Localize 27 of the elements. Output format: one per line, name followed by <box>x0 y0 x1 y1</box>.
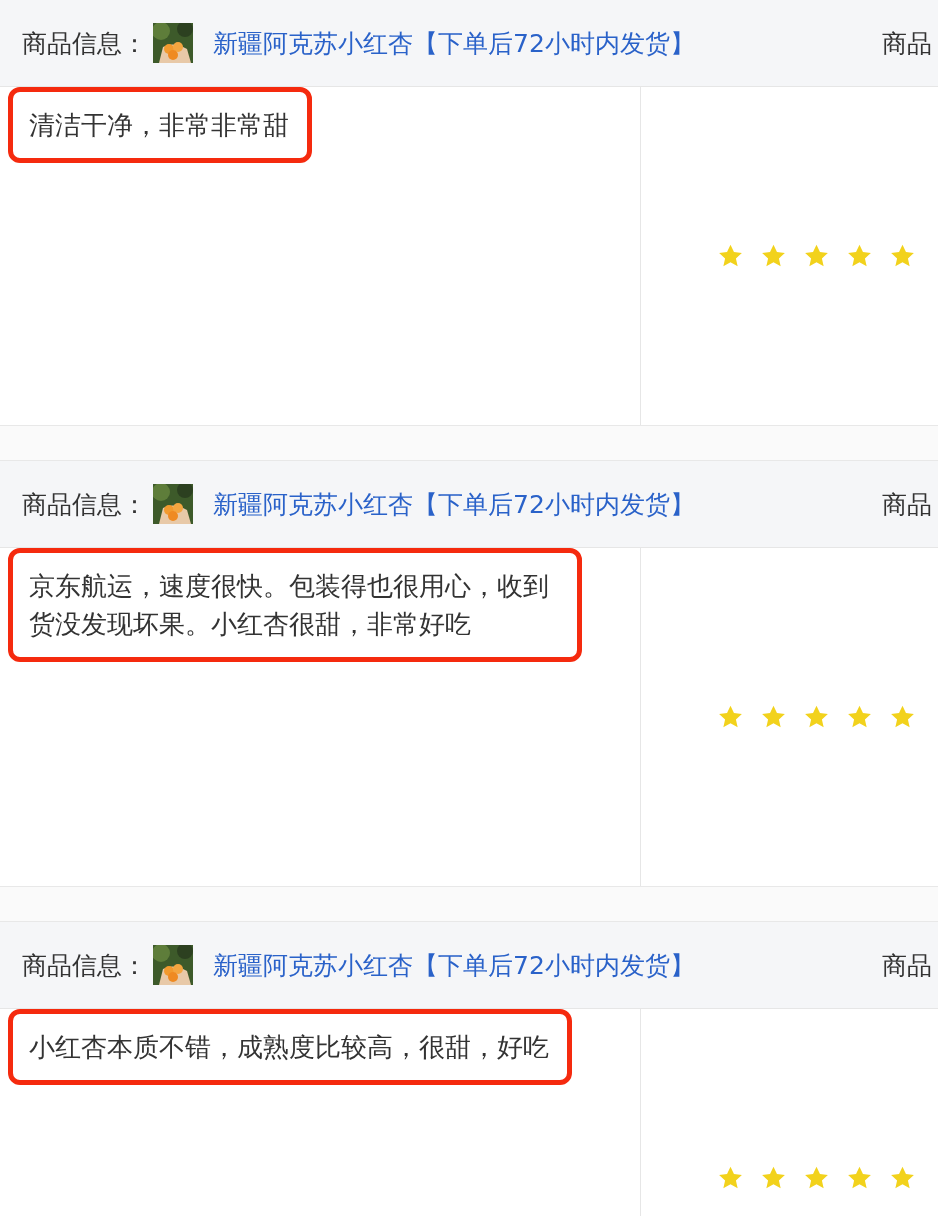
star-icon <box>889 704 916 730</box>
star-icon <box>803 1165 830 1191</box>
product-label: 商品信息： <box>22 949 147 982</box>
review-comment: 京东航运，速度很快。包装得也很用心，收到货没发现坏果。小红杏很甜，非常好吃 <box>8 548 582 662</box>
review-comment: 清洁干净，非常非常甜 <box>8 87 312 163</box>
star-icon <box>846 1165 873 1191</box>
product-label: 商品信息： <box>22 27 147 60</box>
product-link[interactable]: 新疆阿克苏小红杏【下单后72小时内发货】 <box>213 26 695 60</box>
star-icon <box>889 1165 916 1191</box>
star-icon <box>717 1165 744 1191</box>
column-label: 商品 <box>882 488 933 521</box>
star-icon <box>760 1165 787 1191</box>
review-comment: 小红杏本质不错，成熟度比较高，很甜，好吃 <box>8 1009 572 1085</box>
column-label: 商品 <box>882 27 933 60</box>
star-icon <box>846 704 873 730</box>
product-link[interactable]: 新疆阿克苏小红杏【下单后72小时内发货】 <box>213 487 695 521</box>
star-icon <box>760 704 787 730</box>
column-label: 商品 <box>882 949 933 982</box>
star-icon <box>803 704 830 730</box>
star-icon <box>760 243 787 269</box>
star-icon <box>717 704 744 730</box>
star-icon <box>889 243 916 269</box>
product-label: 商品信息： <box>22 488 147 521</box>
star-icon <box>803 243 830 269</box>
star-icon <box>846 243 873 269</box>
star-icon <box>717 243 744 269</box>
product-link[interactable]: 新疆阿克苏小红杏【下单后72小时内发货】 <box>213 948 695 982</box>
